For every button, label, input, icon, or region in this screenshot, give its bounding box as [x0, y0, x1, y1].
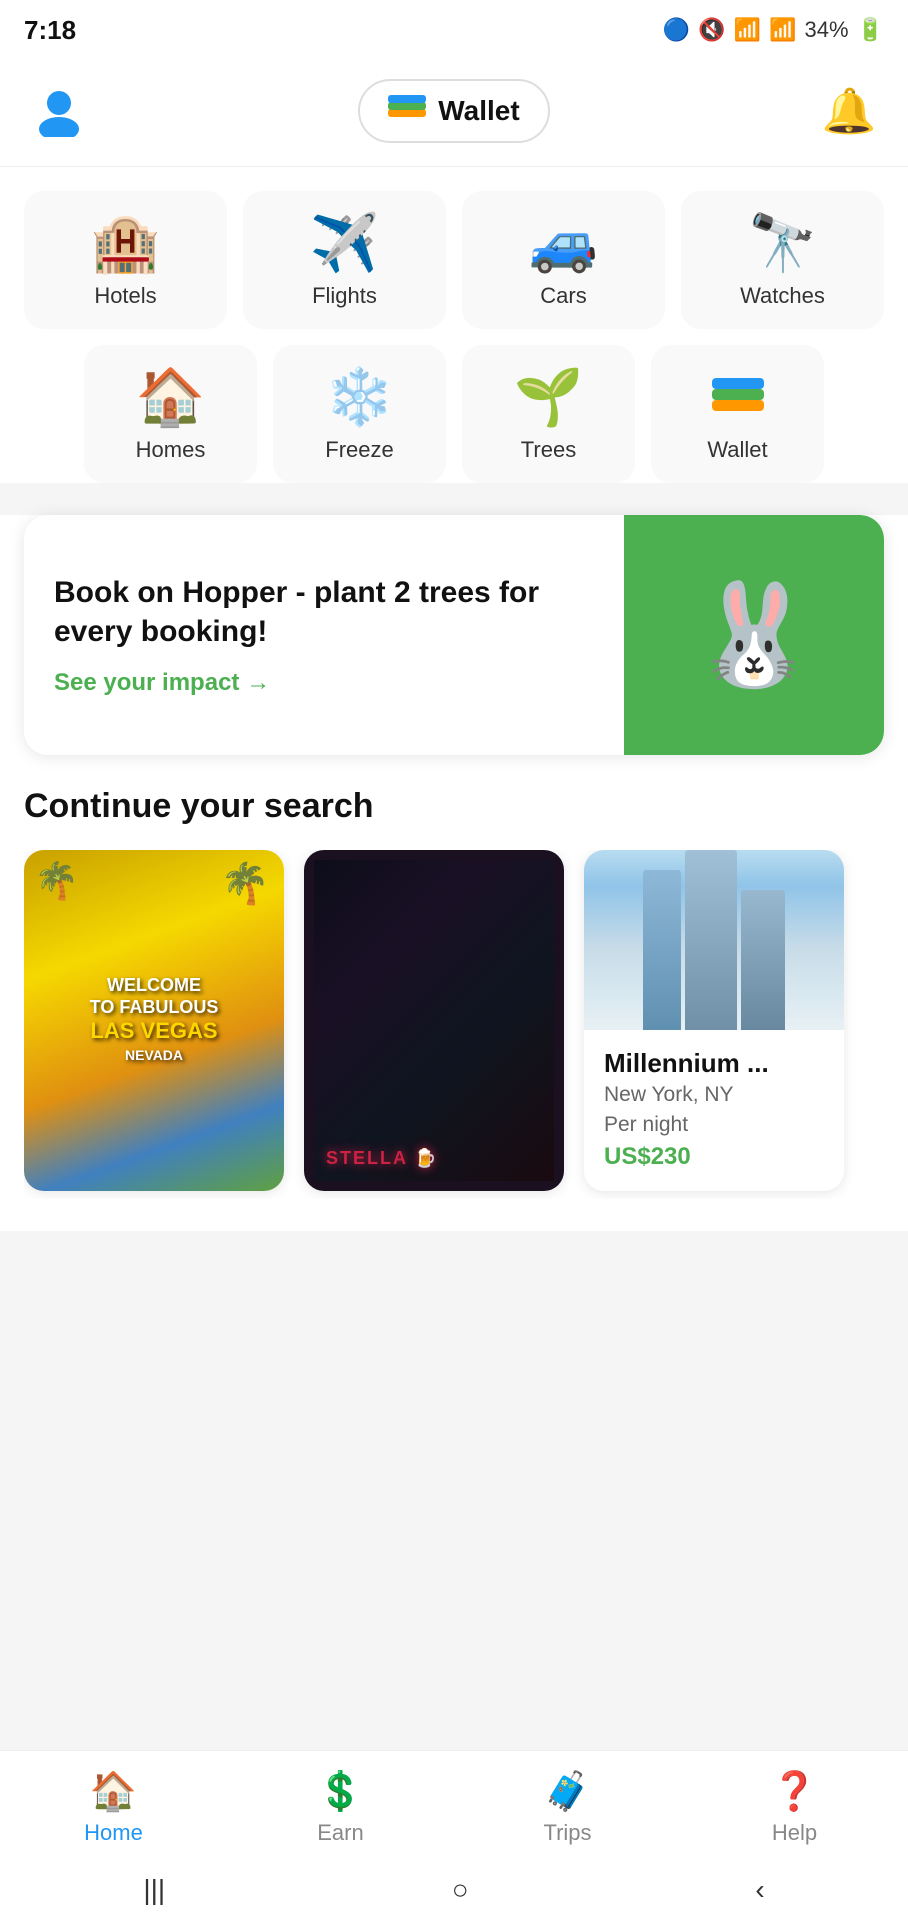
- card-image-lasvegas: WELCOMETO FABULOUSLAS VEGASNEVADA 🌴 🌴: [24, 850, 284, 1191]
- wallet-emoji-icon: [388, 93, 426, 129]
- trees-icon: 🌱: [514, 369, 584, 425]
- home-button[interactable]: ○: [452, 1874, 469, 1906]
- flights-icon: ✈️: [310, 215, 380, 271]
- category-trees[interactable]: 🌱 Trees: [462, 345, 635, 483]
- category-hotels[interactable]: 🏨 Hotels: [24, 191, 227, 329]
- home-nav-label: Home: [84, 1820, 143, 1846]
- card-detail-millennium: Per night: [604, 1113, 824, 1137]
- category-grid-top: 🏨 Hotels ✈️ Flights 🚙 Cars 🔭 Watches: [24, 191, 884, 329]
- category-grid-bottom: 🏠 Homes ❄️ Freeze 🌱 Trees Wallet: [24, 345, 884, 483]
- wallet-button[interactable]: Wallet: [358, 79, 549, 143]
- card-subtitle-millennium: New York, NY: [604, 1083, 824, 1107]
- freeze-icon: ❄️: [325, 369, 395, 425]
- promo-banner: Book on Hopper - plant 2 trees for every…: [24, 515, 884, 755]
- hopper-mascot-icon: 🐰: [692, 577, 817, 694]
- home-nav-icon: 🏠: [90, 1770, 137, 1814]
- earn-nav-label: Earn: [317, 1820, 363, 1846]
- wallet-label: Wallet: [438, 95, 519, 127]
- status-bar: 7:18 🔵 🔇 📶 📶 34% 🔋: [0, 0, 908, 60]
- category-freeze[interactable]: ❄️ Freeze: [273, 345, 446, 483]
- wallet-cat-icon: [712, 369, 764, 425]
- promo-image-side: 🐰: [624, 515, 884, 755]
- search-card-lasvegas[interactable]: WELCOMETO FABULOUSLAS VEGASNEVADA 🌴 🌴 La…: [24, 850, 284, 1191]
- wallet-category-stack-icon: [712, 376, 764, 416]
- nav-home[interactable]: 🏠 Home: [0, 1770, 227, 1846]
- bell-icon: 🔔: [822, 85, 877, 137]
- category-watches[interactable]: 🔭 Watches: [681, 191, 884, 329]
- category-flights[interactable]: ✈️ Flights: [243, 191, 446, 329]
- watches-icon: 🔭: [748, 215, 818, 271]
- signal-icon: 📶: [769, 17, 796, 43]
- continue-search-title: Continue your search: [24, 787, 884, 826]
- card-title-millennium: Millennium ...: [604, 1048, 824, 1079]
- status-time: 7:18: [24, 15, 76, 46]
- wallet-cat-label: Wallet: [707, 437, 767, 463]
- trips-nav-icon: 🧳: [544, 1770, 591, 1814]
- profile-button[interactable]: [24, 76, 94, 146]
- homes-icon: 🏠: [136, 369, 206, 425]
- earn-nav-icon: 💲: [317, 1770, 364, 1814]
- status-icons: 🔵 🔇 📶 📶 34% 🔋: [663, 17, 884, 43]
- trips-nav-label: Trips: [543, 1820, 591, 1846]
- promo-title: Book on Hopper - plant 2 trees for every…: [54, 573, 594, 651]
- help-nav-label: Help: [772, 1820, 817, 1846]
- cars-icon: 🚙: [529, 215, 599, 271]
- trees-label: Trees: [521, 437, 576, 463]
- search-card-westgate[interactable]: STELLA 🍺 Westgate N... New York, NY Per …: [304, 850, 564, 1191]
- category-wallet[interactable]: Wallet: [651, 345, 824, 483]
- homes-label: Homes: [136, 437, 206, 463]
- flights-label: Flights: [312, 283, 377, 309]
- nav-help[interactable]: ❓ Help: [681, 1770, 908, 1846]
- category-homes[interactable]: 🏠 Homes: [84, 345, 257, 483]
- card-price-millennium: US$230: [604, 1143, 824, 1171]
- category-cars[interactable]: 🚙 Cars: [462, 191, 665, 329]
- wifi-icon: 📶: [734, 17, 761, 43]
- search-card-millennium[interactable]: Millennium ... New York, NY Per night US…: [584, 850, 844, 1191]
- card-body-millennium: Millennium ... New York, NY Per night US…: [584, 1030, 844, 1191]
- watches-label: Watches: [740, 283, 825, 309]
- recents-button[interactable]: |||: [143, 1874, 165, 1906]
- main-content: 🏨 Hotels ✈️ Flights 🚙 Cars 🔭 Watches 🏠 H…: [0, 167, 908, 483]
- wallet-stack-icon: [388, 93, 426, 121]
- nav-earn[interactable]: 💲 Earn: [227, 1770, 454, 1846]
- card-image-millennium: [584, 850, 844, 1030]
- bluetooth-icon: 🔵: [663, 17, 690, 43]
- battery-icon: 🔋: [857, 17, 884, 43]
- freeze-label: Freeze: [325, 437, 393, 463]
- cars-label: Cars: [540, 283, 586, 309]
- bottom-spacer: [0, 1231, 908, 1411]
- promo-section: Book on Hopper - plant 2 trees for every…: [0, 515, 908, 787]
- profile-icon: [33, 85, 85, 137]
- continue-search-section: Continue your search WELCOMETO FABULOUSL…: [0, 787, 908, 1231]
- hotels-icon: 🏨: [91, 215, 161, 271]
- nav-trips[interactable]: 🧳 Trips: [454, 1770, 681, 1846]
- bottom-navigation: 🏠 Home 💲 Earn 🧳 Trips ❓ Help: [0, 1750, 908, 1860]
- back-button[interactable]: ‹: [755, 1874, 764, 1906]
- hotels-label: Hotels: [94, 283, 156, 309]
- system-navigation: ||| ○ ‹: [0, 1860, 908, 1920]
- mute-icon: 🔇: [698, 17, 725, 43]
- promo-link[interactable]: See your impact →: [54, 669, 594, 697]
- battery-indicator: 34%: [805, 17, 849, 43]
- notification-button[interactable]: 🔔: [814, 76, 884, 146]
- search-cards-list: WELCOMETO FABULOUSLAS VEGASNEVADA 🌴 🌴 La…: [24, 850, 884, 1199]
- promo-text-side: Book on Hopper - plant 2 trees for every…: [24, 515, 624, 755]
- card-image-westgate: STELLA 🍺: [304, 850, 564, 1191]
- lasvegas-sign-text: WELCOMETO FABULOUSLAS VEGASNEVADA: [90, 975, 219, 1066]
- help-nav-icon: ❓: [771, 1770, 818, 1814]
- app-header: Wallet 🔔: [0, 60, 908, 167]
